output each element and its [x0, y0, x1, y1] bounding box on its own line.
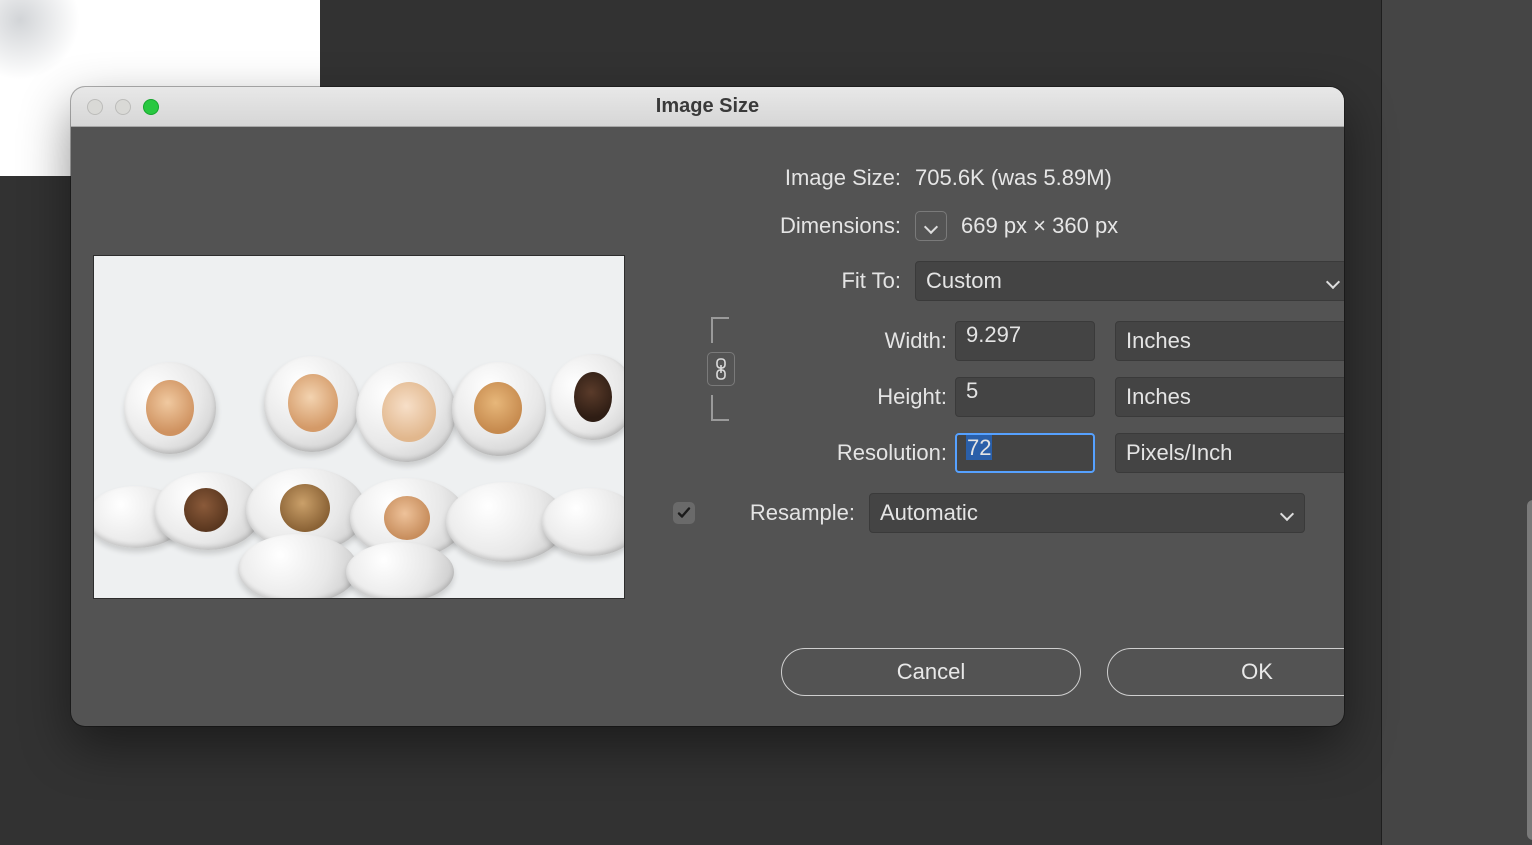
dialog-titlebar[interactable]: Image Size: [71, 87, 1344, 127]
scrollbar-thumb[interactable]: [1527, 500, 1532, 840]
window-minimize-button[interactable]: [115, 99, 131, 115]
resolution-input[interactable]: 72: [955, 433, 1095, 473]
chevron-down-icon: [1326, 274, 1340, 288]
ok-button[interactable]: OK: [1107, 648, 1344, 696]
resample-checkbox[interactable]: [673, 502, 695, 524]
window-zoom-button[interactable]: [143, 99, 159, 115]
width-input[interactable]: 9.297: [955, 321, 1095, 361]
panels-area: [1382, 0, 1532, 845]
width-unit-value: Inches: [1126, 328, 1191, 354]
dimensions-unit-dropdown[interactable]: [915, 211, 947, 241]
cancel-button[interactable]: Cancel: [781, 648, 1081, 696]
height-input[interactable]: 5: [955, 377, 1095, 417]
resolution-unit-select[interactable]: Pixels/Inch: [1115, 433, 1344, 473]
image-size-dialog: Image Size: [71, 87, 1344, 726]
constrain-proportions-toggle[interactable]: [707, 352, 735, 386]
dimensions-value: 669 px × 360 px: [961, 213, 1118, 239]
check-icon: [676, 505, 692, 521]
panel-divider: [1374, 0, 1382, 845]
resample-label: Resample:: [709, 500, 855, 526]
resolution-unit-value: Pixels/Inch: [1126, 440, 1232, 466]
fit-to-select[interactable]: Custom: [915, 261, 1344, 301]
height-unit-select[interactable]: Inches: [1115, 377, 1344, 417]
image-size-label: Image Size:: [705, 165, 901, 191]
dimensions-label: Dimensions:: [705, 213, 901, 239]
resample-value: Automatic: [880, 500, 978, 526]
height-label: Height:: [747, 384, 947, 410]
resolution-label: Resolution:: [747, 440, 947, 466]
dialog-title: Image Size: [656, 95, 759, 118]
width-label: Width:: [747, 328, 947, 354]
resample-method-select[interactable]: Automatic: [869, 493, 1305, 533]
chevron-down-icon: [924, 219, 938, 233]
image-preview[interactable]: [93, 255, 625, 599]
width-unit-select[interactable]: Inches: [1115, 321, 1344, 361]
link-icon: [714, 358, 728, 380]
fit-to-value: Custom: [926, 268, 1002, 294]
height-unit-value: Inches: [1126, 384, 1191, 410]
fit-to-label: Fit To:: [705, 268, 901, 294]
chevron-down-icon: [1280, 506, 1294, 520]
window-close-button[interactable]: [87, 99, 103, 115]
image-size-value: 705.6K (was 5.89M): [915, 165, 1112, 191]
